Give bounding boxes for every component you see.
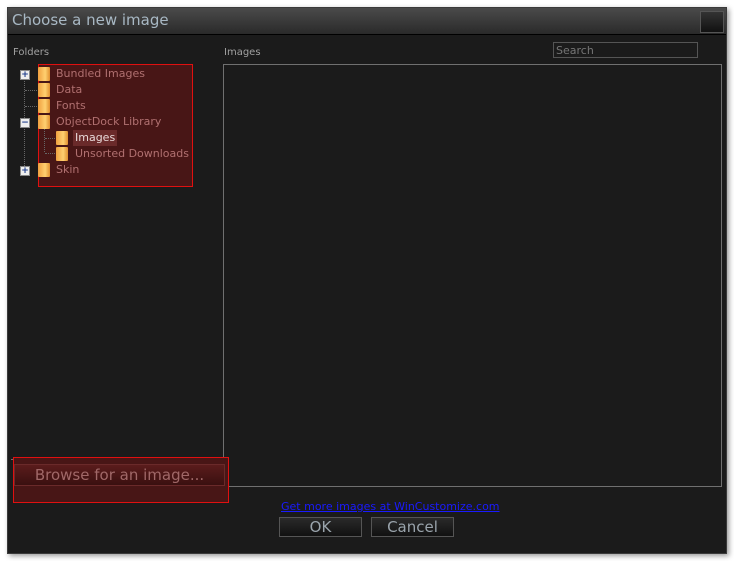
folders-label: Folders <box>13 47 50 58</box>
choose-image-dialog: Choose a new image Folders Images + Bund… <box>7 7 727 554</box>
folder-icon <box>38 67 50 81</box>
close-button[interactable] <box>700 11 724 33</box>
folder-icon <box>56 131 68 145</box>
tree-item-bundled-images[interactable]: Bundled Images <box>56 66 145 82</box>
folder-icon <box>38 83 50 97</box>
ok-button[interactable]: OK <box>279 517 362 537</box>
expand-icon[interactable]: + <box>20 166 30 176</box>
tree-line <box>44 127 45 152</box>
tree-line <box>25 90 37 91</box>
browse-button[interactable]: Browse for an image... <box>14 464 225 486</box>
tree-item-data[interactable]: Data <box>56 82 82 98</box>
tree-item-images[interactable]: Images <box>73 130 118 146</box>
title-bar: Choose a new image <box>8 8 726 35</box>
images-label: Images <box>224 47 261 58</box>
folder-icon <box>38 115 50 129</box>
dialog-title: Choose a new image <box>12 11 169 29</box>
tree-item-objectdock-library[interactable]: ObjectDock Library <box>56 114 161 130</box>
tree-line <box>45 138 55 139</box>
tree-line <box>25 106 37 107</box>
folder-icon <box>38 163 50 177</box>
tree-item-unsorted-downloads[interactable]: Unsorted Downloads <box>75 146 189 162</box>
images-panel <box>223 64 722 487</box>
folder-icon <box>56 147 68 161</box>
expand-icon[interactable]: + <box>20 70 30 80</box>
wincustomize-link[interactable]: Get more images at WinCustomize.com <box>281 500 500 513</box>
tree-item-skin[interactable]: Skin <box>56 162 79 178</box>
tree-line <box>45 153 55 154</box>
collapse-icon[interactable]: − <box>20 118 30 128</box>
tree-item-fonts[interactable]: Fonts <box>56 98 86 114</box>
folder-icon <box>38 99 50 113</box>
search-input[interactable] <box>553 42 698 58</box>
cancel-button[interactable]: Cancel <box>371 517 454 537</box>
